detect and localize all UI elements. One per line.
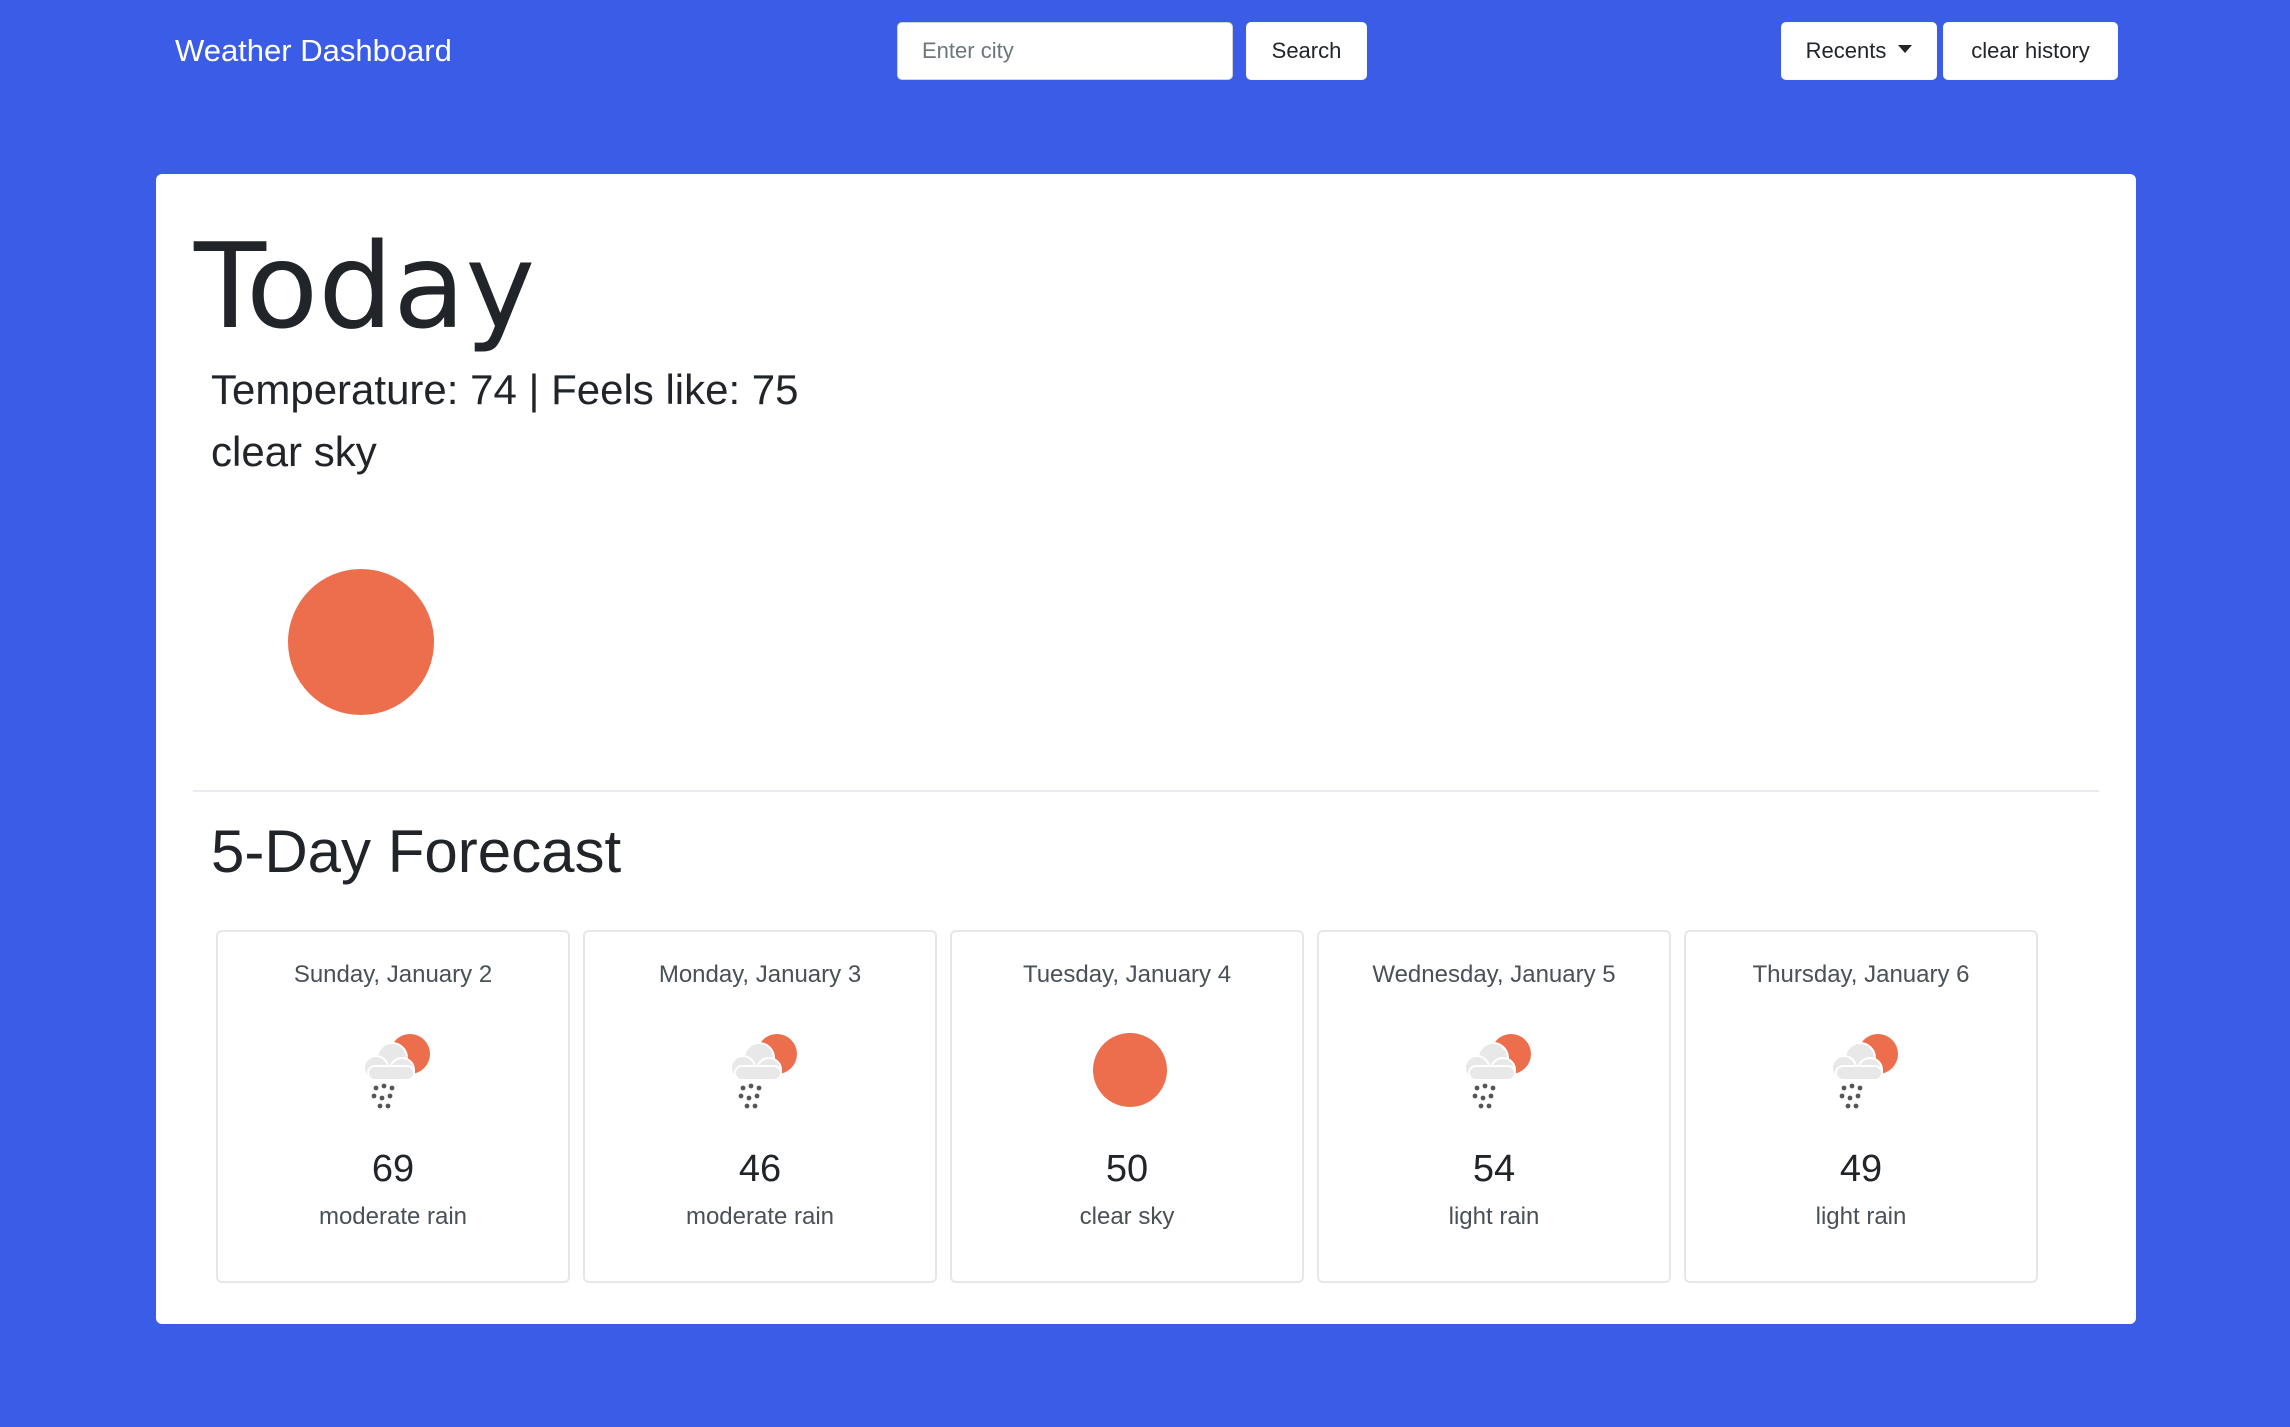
clear-history-label: clear history <box>1971 38 2090 63</box>
forecast-card: Wednesday, January 5 54 light rain <box>1317 930 1671 1283</box>
recents-button-label: Recents <box>1805 38 1887 63</box>
forecast-desc: light rain <box>1815 1203 1907 1230</box>
forecast-card: Monday, January 3 46 moderate rain <box>583 930 937 1283</box>
forecast-desc: moderate rain <box>685 1203 835 1230</box>
forecast-temp: 49 <box>1839 1148 1883 1190</box>
forecast-temp: 69 <box>371 1148 415 1190</box>
forecast-temp: 50 <box>1105 1148 1149 1190</box>
forecast-date: Thursday, January 6 <box>1752 961 1970 988</box>
forecast-temp: 54 <box>1472 1148 1516 1190</box>
forecast-date: Tuesday, January 4 <box>1022 961 1232 988</box>
forecast-row: Sunday, January 2 69 moderate rain Monda… <box>216 930 2038 1283</box>
rain-cloud-sun-icon <box>1464 1034 1531 1109</box>
weather-card: Today Temperature: 74 | Feels like: 75 c… <box>156 174 2136 1324</box>
search-button[interactable]: Search <box>1246 22 1367 80</box>
search-button-label: Search <box>1271 38 1342 63</box>
sun-icon <box>288 569 434 715</box>
recents-dropdown-button[interactable]: Recents <box>1781 22 1937 80</box>
today-temperature: Temperature: 74 | Feels like: 75 <box>211 366 799 413</box>
rain-cloud-sun-icon <box>1831 1034 1898 1109</box>
forecast-desc: moderate rain <box>318 1203 468 1230</box>
forecast-card: Tuesday, January 4 50 clear sky <box>950 930 1304 1283</box>
today-title: Today <box>194 217 536 355</box>
forecast-desc: clear sky <box>1079 1203 1175 1230</box>
caret-down-icon <box>1898 45 1913 53</box>
navbar: Weather Dashboard Search Recents clear h… <box>0 0 2290 104</box>
forecast-desc: light rain <box>1448 1203 1540 1230</box>
today-description: clear sky <box>211 428 377 475</box>
brand-title[interactable]: Weather Dashboard <box>175 29 452 73</box>
forecast-temp: 46 <box>738 1148 782 1190</box>
forecast-date: Sunday, January 2 <box>293 961 493 988</box>
forecast-title: 5-Day Forecast <box>211 818 622 885</box>
forecast-card: Thursday, January 6 49 light rain <box>1684 930 2038 1283</box>
city-search-input[interactable] <box>897 22 1233 80</box>
clear-history-button[interactable]: clear history <box>1943 22 2118 80</box>
forecast-date: Monday, January 3 <box>658 961 862 988</box>
forecast-date: Wednesday, January 5 <box>1372 961 1616 988</box>
rain-cloud-sun-icon <box>730 1034 797 1109</box>
forecast-card: Sunday, January 2 69 moderate rain <box>216 930 570 1283</box>
divider <box>193 790 2099 792</box>
rain-cloud-sun-icon <box>363 1034 430 1109</box>
sun-icon <box>1093 1033 1167 1107</box>
